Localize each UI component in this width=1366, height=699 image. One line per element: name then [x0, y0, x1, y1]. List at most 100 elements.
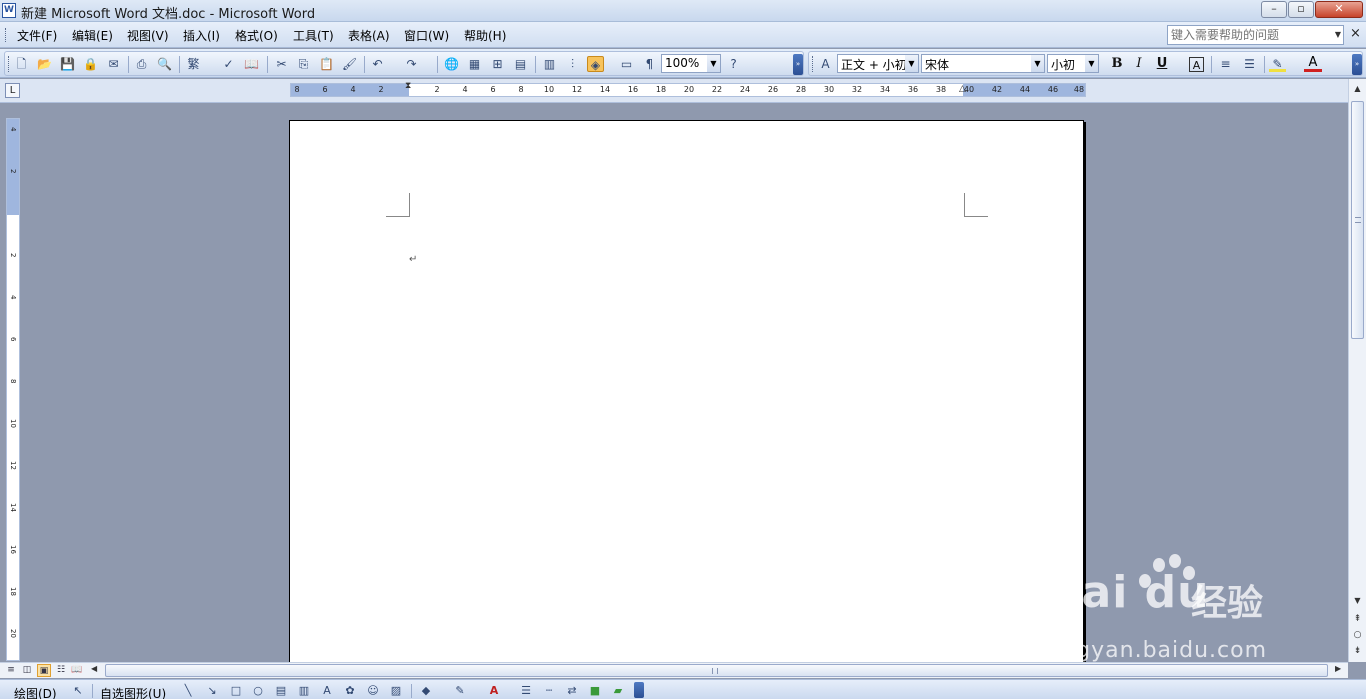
char-border-button[interactable]: A [1189, 57, 1204, 72]
open-folder-icon[interactable]: 📂 [36, 56, 53, 72]
tab-selector-button[interactable]: L [5, 83, 20, 98]
insert-excel-icon[interactable]: ▤ [512, 56, 529, 72]
draw-menu-button[interactable]: 绘图(D) [14, 685, 57, 699]
print-layout-icon[interactable]: ▣ [37, 664, 51, 677]
font-size-combo[interactable]: 小初 ▼ [1047, 54, 1099, 73]
rectangle-icon[interactable]: □ [228, 683, 244, 698]
copy-icon[interactable]: ⎘ [295, 56, 312, 72]
justify-icon[interactable]: ☰ [1241, 56, 1258, 72]
menu-window[interactable]: 窗口(W) [404, 27, 449, 44]
document-page[interactable]: ↵ [289, 120, 1084, 662]
scroll-up-icon[interactable]: ▲ [1350, 81, 1365, 96]
web-layout-icon[interactable]: ◫ [20, 664, 34, 677]
help-icon[interactable]: ? [725, 56, 742, 72]
next-page-icon[interactable]: ⇟ [1351, 644, 1364, 658]
normal-view-icon[interactable]: ≡ [4, 664, 18, 677]
research-icon[interactable]: ✓ [220, 56, 237, 72]
clip-art-icon[interactable]: ☺ [365, 683, 381, 698]
dash-style-icon[interactable]: ┄ [541, 683, 557, 698]
previous-page-icon[interactable]: ⇞ [1351, 612, 1364, 626]
line-color-icon[interactable]: ✎ [452, 683, 468, 698]
chevron-down-icon[interactable]: ▼ [1335, 30, 1341, 39]
toolbar-options-icon[interactable]: » [1352, 54, 1362, 75]
highlight-icon[interactable]: ✎ [1269, 56, 1286, 72]
align-center-icon[interactable]: ≡ [1217, 56, 1234, 72]
help-search-box[interactable]: ▼ [1167, 25, 1344, 45]
restore-button[interactable]: ▫ [1288, 1, 1314, 18]
font-color-icon[interactable]: A [486, 683, 502, 698]
menu-help[interactable]: 帮助(H) [464, 27, 506, 44]
menu-view[interactable]: 视图(V) [127, 27, 169, 44]
autoshapes-menu-button[interactable]: 自选图形(U) [100, 685, 166, 699]
menu-table[interactable]: 表格(A) [348, 27, 390, 44]
font-color-button[interactable]: A [1304, 55, 1322, 72]
columns-icon[interactable]: ▥ [541, 56, 558, 72]
cut-icon[interactable]: ✂ [273, 56, 290, 72]
show-hide-icon[interactable]: ¶ [641, 56, 658, 72]
paste-icon[interactable]: 📋 [318, 56, 335, 72]
chevron-down-icon[interactable]: ▼ [1031, 55, 1044, 72]
vertical-scrollbar[interactable]: ▲ ▼ ⇞ ○ ⇟ [1348, 79, 1366, 662]
oval-icon[interactable]: ○ [250, 683, 266, 698]
scroll-left-icon[interactable]: ◀ [91, 664, 97, 673]
read-icon[interactable]: ▭ [618, 56, 635, 72]
drawing-icon[interactable]: ⫶ [564, 56, 581, 72]
document-map-icon[interactable]: ◈ [587, 56, 604, 72]
save-icon[interactable]: 💾 [59, 56, 76, 72]
right-indent-marker[interactable]: △ [959, 84, 966, 94]
menu-file[interactable]: 文件(F) [17, 27, 57, 44]
vertical-text-box-icon[interactable]: ▥ [296, 683, 312, 698]
toolbar-options-icon[interactable]: » [793, 54, 803, 75]
font-combo[interactable]: 宋体 ▼ [921, 54, 1045, 73]
arrow-icon[interactable]: ↘ [204, 683, 220, 698]
print-icon[interactable]: ⎙ [133, 56, 150, 72]
text-box-icon[interactable]: ▤ [273, 683, 289, 698]
italic-button[interactable]: I [1130, 55, 1148, 73]
new-document-icon[interactable]: 🗋 [13, 56, 30, 72]
select-browse-object-icon[interactable]: ○ [1351, 628, 1364, 642]
close-document-icon[interactable]: × [1350, 26, 1361, 41]
first-line-indent-marker[interactable]: ⧗ [405, 81, 411, 91]
minimize-button[interactable]: – [1261, 1, 1287, 18]
chevron-down-icon[interactable]: ▼ [707, 55, 720, 72]
menu-insert[interactable]: 插入(I) [183, 27, 220, 44]
scroll-right-icon[interactable]: ▶ [1335, 664, 1341, 673]
shadow-style-icon[interactable]: ■ [587, 683, 603, 698]
reading-layout-icon[interactable]: 📖 [70, 664, 84, 677]
spelling-icon[interactable]: 繁 [185, 56, 202, 72]
chevron-down-icon[interactable]: ▼ [1085, 55, 1098, 72]
arrow-style-icon[interactable]: ⇄ [564, 683, 580, 698]
menu-tools[interactable]: 工具(T) [293, 27, 334, 44]
vertical-scroll-thumb[interactable] [1351, 101, 1364, 339]
picture-icon[interactable]: ▨ [388, 683, 404, 698]
email-icon[interactable]: ✉ [105, 56, 122, 72]
hyperlink-icon[interactable]: 🌐 [443, 56, 460, 72]
horizontal-ruler[interactable]: 8 6 4 2 2 4 6 8 10 12 14 16 18 20 22 24 … [290, 81, 1086, 97]
redo-icon[interactable]: ↷ [403, 56, 420, 72]
undo-icon[interactable]: ↶ [369, 56, 386, 72]
research-book-icon[interactable]: 📖 [243, 56, 260, 72]
diagram-icon[interactable]: ✿ [342, 683, 358, 698]
print-preview-icon[interactable]: 🔍 [156, 56, 173, 72]
permission-icon[interactable]: 🔒 [82, 56, 99, 72]
select-objects-icon[interactable]: ↖ [70, 683, 86, 698]
toolbar-grip[interactable] [812, 56, 815, 72]
menu-edit[interactable]: 编辑(E) [72, 27, 113, 44]
menubar-grip[interactable] [5, 28, 8, 42]
fill-color-icon[interactable]: ◆ [418, 683, 434, 698]
scroll-down-icon[interactable]: ▼ [1350, 593, 1365, 608]
chevron-down-icon[interactable]: ▼ [905, 55, 918, 72]
underline-button[interactable]: U [1153, 55, 1171, 73]
help-search-input[interactable] [1168, 26, 1328, 44]
close-button[interactable]: ✕ [1315, 1, 1363, 18]
line-icon[interactable]: ╲ [180, 683, 196, 698]
3d-style-icon[interactable]: ▰ [610, 683, 626, 698]
vertical-ruler[interactable]: 4 2 2 4 6 8 10 12 14 16 18 20 [6, 118, 20, 661]
bold-button[interactable]: B [1108, 55, 1126, 73]
wordart-icon[interactable]: A [319, 683, 335, 698]
word-app-icon[interactable]: W [2, 3, 16, 18]
format-painter-icon[interactable]: 🖌 [341, 56, 358, 72]
outline-view-icon[interactable]: ☷ [54, 664, 68, 677]
menu-format[interactable]: 格式(O) [235, 27, 278, 44]
style-combo[interactable]: 正文 + 小初 ▼ [837, 54, 919, 73]
